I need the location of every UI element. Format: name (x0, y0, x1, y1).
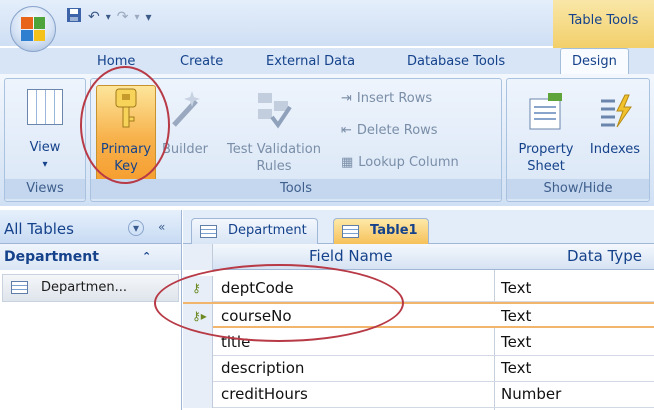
table-tools-contextual-label: Table Tools (553, 0, 654, 48)
ribbon-tabs: Home Create External Data Database Tools… (0, 48, 654, 74)
data-type-cell[interactable]: Text (501, 333, 531, 351)
table-icon (200, 225, 217, 238)
delete-rows-button: ⇤ Delete Rows (341, 123, 438, 138)
tools-group: Primary Key Builder Test Validation Rule… (90, 78, 502, 202)
doc-tab-label: Table1 (370, 223, 418, 238)
nav-item-department[interactable]: Departmen... (2, 274, 179, 302)
customize-qat-icon[interactable]: ▾ (146, 10, 152, 24)
undo-icon[interactable]: ↶ (88, 9, 100, 25)
row-selector[interactable] (183, 356, 213, 382)
table-design-grid: Field Name Data Type ⚷ deptCode Text ⚷▸ … (183, 244, 654, 410)
test-validation-label: Test Validation (227, 142, 321, 157)
property-sheet-label-2: Sheet (527, 159, 565, 174)
navigation-pane: All Tables ▾ « Department ⌃ Departmen... (0, 210, 182, 410)
row-selector[interactable]: ⚷▸ (183, 304, 213, 330)
quick-access-toolbar: ↶ ▾ ↷ ▾ ▾ (66, 6, 152, 28)
group-collapse-icon[interactable]: ⌃ (142, 250, 151, 263)
field-name-header: Field Name (309, 247, 393, 265)
redo-icon: ↷ (116, 9, 129, 25)
key-icon (113, 87, 139, 131)
data-type-cell[interactable]: Number (501, 385, 561, 403)
tools-group-label: Tools (91, 179, 501, 199)
doc-tab-table1[interactable]: Table1 (333, 218, 429, 244)
field-name-cell[interactable]: deptCode (221, 279, 294, 297)
tab-external-data[interactable]: External Data (266, 54, 355, 69)
data-type-header: Data Type (567, 247, 643, 265)
data-type-cell[interactable]: Text (501, 359, 531, 377)
builder-label: Builder (162, 142, 208, 157)
table-row[interactable]: ⚷ deptCode Text (183, 276, 654, 302)
insert-rows-label: Insert Rows (356, 91, 433, 106)
nav-dropdown-icon[interactable]: ▾ (128, 220, 144, 236)
ribbon: View ▾ Views Primary Key Builder Test Va… (0, 74, 654, 206)
views-group: View ▾ Views (4, 78, 86, 202)
tab-home[interactable]: Home (97, 54, 135, 69)
tab-database-tools[interactable]: Database Tools (407, 54, 505, 69)
lookup-column-button: ▦ Lookup Column (341, 155, 459, 170)
table-row[interactable]: creditHours Number (183, 382, 654, 408)
doc-tab-department[interactable]: Department (191, 218, 318, 244)
document-tabs: Department Table1 (183, 210, 654, 244)
show-hide-group: Property Sheet Indexes Show/Hide (506, 78, 650, 202)
builder-button: Builder (157, 85, 213, 158)
view-dropdown-icon: ▾ (42, 159, 48, 170)
save-icon[interactable] (66, 7, 82, 27)
office-logo-icon (21, 17, 45, 41)
field-name-cell[interactable]: title (221, 333, 250, 351)
field-name-cell[interactable]: description (221, 359, 304, 377)
table-icon (342, 225, 359, 238)
table-icon (11, 281, 28, 294)
field-name-cell[interactable]: creditHours (221, 385, 308, 403)
doc-tab-label: Department (228, 223, 307, 238)
delete-rows-icon: ⇤ (341, 123, 352, 138)
data-type-cell[interactable]: Text (501, 307, 531, 325)
nav-header[interactable]: All Tables ▾ « (0, 210, 181, 244)
nav-item-label: Departmen... (41, 280, 127, 295)
row-selector[interactable] (183, 330, 213, 356)
primary-key-button[interactable]: Primary Key (96, 85, 156, 175)
indexes-label: Indexes (589, 142, 641, 157)
property-sheet-button[interactable]: Property Sheet (511, 85, 581, 175)
view-label: View (29, 140, 61, 155)
row-selector[interactable]: ⚷ (183, 276, 213, 302)
property-sheet-icon (528, 91, 564, 131)
tab-design[interactable]: Design (560, 48, 629, 74)
validation-icon (254, 87, 294, 131)
insert-rows-icon: ⇥ (341, 91, 352, 106)
lookup-column-icon: ▦ (341, 155, 354, 170)
nav-group-department[interactable]: Department ⌃ (0, 244, 181, 270)
tab-create[interactable]: Create (180, 54, 223, 69)
delete-rows-label: Delete Rows (356, 123, 438, 138)
redo-dropdown-icon: ▾ (134, 11, 140, 23)
wand-icon (168, 87, 202, 131)
primary-key-icon: ⚷▸ (192, 309, 207, 323)
test-validation-rules-button: Test Validation Rules (209, 85, 339, 175)
nav-title: All Tables (4, 220, 74, 238)
lookup-column-label: Lookup Column (358, 155, 459, 170)
views-group-label: Views (5, 179, 85, 199)
primary-key-icon: ⚷ (192, 281, 201, 295)
office-button[interactable] (10, 6, 56, 52)
table-row[interactable]: ⚷▸ courseNo Text (183, 302, 654, 330)
grid-header: Field Name Data Type (183, 244, 654, 270)
data-type-cell[interactable]: Text (501, 279, 531, 297)
nav-group-label: Department (4, 249, 99, 265)
view-button[interactable]: View ▾ (5, 85, 85, 173)
datasheet-view-icon (27, 89, 63, 125)
row-selector[interactable] (183, 382, 213, 408)
header-selector[interactable] (183, 244, 213, 270)
indexes-icon (597, 91, 633, 131)
primary-key-label: Primary (100, 142, 152, 157)
insert-rows-button: ⇥ Insert Rows (341, 91, 432, 106)
test-validation-label-2: Rules (256, 159, 292, 174)
property-sheet-label: Property (518, 142, 574, 157)
table-row[interactable]: title Text (183, 330, 654, 356)
nav-collapse-icon[interactable]: « (158, 220, 165, 234)
primary-key-label-2: Key (114, 159, 138, 174)
table-row[interactable]: description Text (183, 356, 654, 382)
undo-dropdown-icon[interactable]: ▾ (106, 12, 111, 23)
show-hide-group-label: Show/Hide (507, 179, 649, 199)
indexes-button[interactable]: Indexes (583, 85, 647, 158)
field-name-cell[interactable]: courseNo (221, 307, 292, 325)
